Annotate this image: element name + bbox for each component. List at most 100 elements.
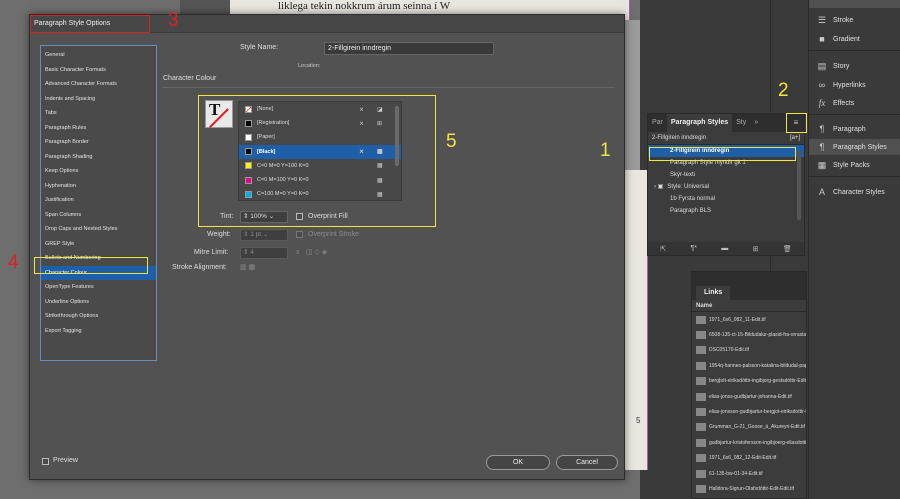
- chevron-down-icon[interactable]: ⌄: [261, 231, 268, 238]
- dock-item-style-packs[interactable]: ▦ Style Packs: [817, 157, 870, 173]
- tab-styles[interactable]: Sty: [732, 114, 750, 132]
- category-item[interactable]: Paragraph Border: [41, 135, 156, 150]
- category-item[interactable]: Paragraph Rules: [41, 121, 156, 136]
- dock-item-effects[interactable]: fx Effects: [817, 95, 855, 111]
- folder-icon: › ▣: [654, 184, 664, 190]
- list-item[interactable]: gudbjartur-kristofersson-ingibjoerg-elia…: [692, 435, 806, 450]
- list-item[interactable]: DSC05170-Edit.tif: [692, 343, 806, 358]
- trash-icon[interactable]: 🗑: [783, 245, 792, 253]
- column-header-name[interactable]: Name: [692, 300, 806, 312]
- dock-item-label: Hyperlinks: [833, 81, 866, 89]
- list-item[interactable]: 1954q-hannes-palsson-katalina-bildudal-p…: [692, 358, 806, 373]
- weight-field[interactable]: ⇕ 1 pt ⌄: [240, 229, 288, 241]
- dock-item-story[interactable]: ▤ Story: [817, 58, 850, 74]
- link-thumbnail: [696, 346, 706, 355]
- character-styles-icon: A: [818, 187, 825, 197]
- dock-item-paragraph[interactable]: ¶ Paragraph: [817, 121, 866, 137]
- link-thumbnail: [696, 377, 706, 386]
- tab-links[interactable]: Links: [696, 286, 731, 300]
- list-item[interactable]: elias-jonss-gudbjartur-johanna-Edit.tif: [692, 389, 806, 404]
- dock-item-paragraph-styles[interactable]: ¶ Paragraph Styles: [809, 139, 900, 155]
- dock-item-hyperlinks[interactable]: ∞ Hyperlinks: [817, 77, 866, 93]
- link-filename: DSC05170-Edit.tif: [709, 347, 750, 354]
- link-filename: 61-135-bw-01-34-Edit.tif: [709, 470, 763, 477]
- list-item[interactable]: Skýr-texti: [648, 169, 804, 181]
- list-item[interactable]: Grumman_G-21_Goose_á_Akureyri-Edit.tif: [692, 420, 806, 435]
- category-item[interactable]: Tabs: [41, 106, 156, 121]
- gradient-icon: ■: [819, 34, 825, 44]
- join-type-icons[interactable]: ◫ ◇ ◈: [306, 248, 327, 256]
- category-item[interactable]: Hyphenation: [41, 179, 156, 194]
- category-item[interactable]: Paragraph Shading: [41, 150, 156, 165]
- panel-tabs: Links: [692, 272, 806, 300]
- list-item[interactable]: 1971_6s6_082_12-Edit-Edit.tif: [692, 451, 806, 466]
- style-name-label: Style Name:: [240, 44, 279, 51]
- scrollbar[interactable]: [797, 150, 801, 220]
- link-filename: bergþót-eiriksdóttir-ingibjorg-gestsdótt…: [709, 378, 806, 385]
- dock-item-gradient[interactable]: ■ Gradient: [817, 31, 860, 47]
- stroke-alignment-icons[interactable]: ▥ ▦: [240, 263, 255, 271]
- category-item[interactable]: OpenType Features: [41, 280, 156, 295]
- category-item[interactable]: General: [41, 48, 156, 63]
- link-thumbnail: [696, 315, 706, 324]
- paragraph-style-options-dialog: Paragraph Style Options General Basic Cha…: [29, 14, 625, 480]
- link-thumbnail: [696, 438, 706, 447]
- category-item[interactable]: Justification: [41, 193, 156, 208]
- new-style-icon[interactable]: ⊞: [753, 245, 759, 253]
- category-item[interactable]: Keep Options: [41, 164, 156, 179]
- annotation-highlight-5: [198, 95, 436, 227]
- list-item[interactable]: Paragraph BLS: [648, 205, 804, 217]
- category-item[interactable]: Basic Character Formats: [41, 63, 156, 78]
- mitre-limit-field[interactable]: ⇕ 4: [240, 247, 288, 259]
- list-item[interactable]: 61-135-bw-01-34-Edit.tif: [692, 466, 806, 481]
- paragraph-icon: ¶: [819, 124, 825, 134]
- location-label: Location:: [298, 63, 321, 69]
- folder-icon[interactable]: ▬: [721, 245, 728, 252]
- category-item[interactable]: Indents and Spacing: [41, 92, 156, 107]
- category-item[interactable]: Strikethrough Options: [41, 309, 156, 324]
- list-item[interactable]: 6508-135-ct-15-Bildudalur-plasid-fra-orr…: [692, 327, 806, 342]
- dock-item-label: Paragraph Styles: [833, 143, 887, 151]
- group-label: Style: Universal: [667, 184, 710, 190]
- style-name-input[interactable]: 2-Fillgirein inndregin: [324, 42, 494, 55]
- category-item[interactable]: Advanced Character Formats: [41, 77, 156, 92]
- dock-item-label: Character Styles: [833, 188, 885, 196]
- clear-overrides-icon[interactable]: ¶*: [690, 245, 696, 252]
- category-item[interactable]: Drop Caps and Nested Styles: [41, 222, 156, 237]
- dock-item-character-styles[interactable]: A Character Styles: [817, 184, 885, 200]
- paragraph-styles-icon: ¶: [819, 142, 825, 152]
- new-style-indicator[interactable]: [a+]: [790, 135, 800, 141]
- category-item[interactable]: Span Columns: [41, 208, 156, 223]
- paragraph-styles-panel: Par Paragraph Styles Sty » ≡ 2-Fillgirei…: [647, 113, 805, 256]
- cancel-button[interactable]: Cancel: [556, 455, 618, 470]
- stroke-alignment-label: Stroke Alignment:: [172, 264, 227, 271]
- annotation-highlight-3: [30, 15, 150, 33]
- right-dock: ☰ Stroke ■ Gradient ▤ Story ∞ Hyperlinks…: [808, 0, 900, 499]
- category-item[interactable]: Export Tagging: [41, 324, 156, 339]
- category-item[interactable]: GREP Style: [41, 237, 156, 252]
- list-item-group[interactable]: › ▣ Style: Universal: [648, 181, 804, 193]
- overprint-stroke-label: Overprint Stroke: [308, 231, 359, 238]
- page-number: 5: [636, 416, 641, 425]
- list-item[interactable]: 1971_6s6_082_11-Edit.tif: [692, 312, 806, 327]
- link-filename: 1971_6s6_082_11-Edit.tif: [709, 316, 766, 323]
- overprint-stroke-checkbox[interactable]: [296, 231, 303, 238]
- dock-item-stroke[interactable]: ☰ Stroke: [817, 12, 853, 28]
- tab-paragraph-styles[interactable]: Paragraph Styles: [666, 114, 733, 132]
- category-list: General Basic Character Formats Advanced C…: [40, 45, 157, 361]
- dock-header: [809, 0, 900, 8]
- tab-paragraph[interactable]: Par: [648, 114, 667, 132]
- ok-button[interactable]: OK: [486, 455, 550, 470]
- list-item[interactable]: elias-jonsson-gudbjartur-bergjot-eiriksd…: [692, 404, 806, 419]
- tab-overflow[interactable]: »: [750, 114, 762, 132]
- link-filename: 1954q-hannes-palsson-katalina-bildudal-p…: [709, 362, 806, 369]
- document-page-text: liklega tekin nokkrum árum seinna í W: [278, 0, 451, 12]
- list-item[interactable]: 1b Fyrsta normal: [648, 193, 804, 205]
- list-item[interactable]: bergþót-eiriksdóttir-ingibjorg-gestsdótt…: [692, 374, 806, 389]
- load-styles-icon[interactable]: ⇱: [660, 245, 666, 253]
- preview-checkbox[interactable]: [42, 458, 49, 465]
- list-item[interactable]: Halldora-Sigrun-Olafsdóttir-Edit-Edit.ti…: [692, 481, 806, 496]
- link-thumbnail: [696, 331, 706, 340]
- annotation-label-2: 2: [778, 80, 789, 101]
- category-item[interactable]: Underline Options: [41, 295, 156, 310]
